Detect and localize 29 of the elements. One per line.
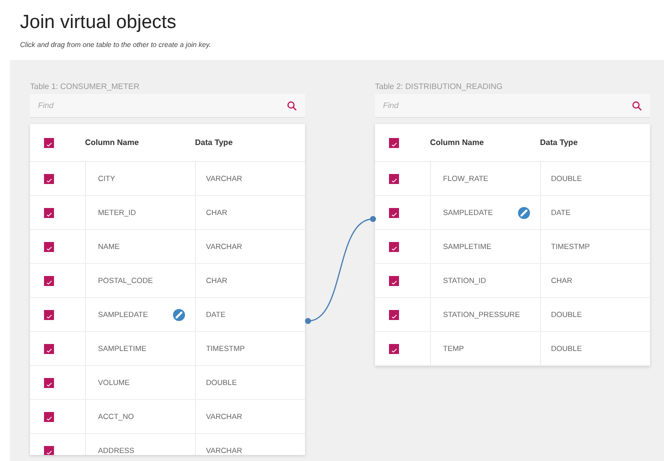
column-header: Column Name xyxy=(85,138,139,147)
search-field[interactable]: Find xyxy=(375,94,650,118)
column-header: Data Type xyxy=(195,138,233,147)
search-icon[interactable] xyxy=(632,101,642,111)
row-checkbox[interactable] xyxy=(44,412,54,422)
page-title: Join virtual objects xyxy=(20,12,178,34)
row-checkbox[interactable] xyxy=(44,174,54,184)
search-icon[interactable] xyxy=(287,101,297,111)
row-checkbox[interactable] xyxy=(389,310,399,320)
row-checkbox[interactable] xyxy=(44,208,54,218)
row-checkbox[interactable] xyxy=(389,242,399,252)
row-checkbox[interactable] xyxy=(44,378,54,388)
row-checkbox[interactable] xyxy=(389,344,399,354)
search-field[interactable]: Find xyxy=(30,94,305,118)
row-checkbox[interactable] xyxy=(389,174,399,184)
row-checkbox[interactable] xyxy=(389,276,399,286)
join-connector[interactable] xyxy=(305,216,376,324)
column-header: Column Name xyxy=(430,138,484,147)
table-label: Table 2: DISTRIBUTION_READING xyxy=(375,81,504,93)
select-all-checkbox[interactable] xyxy=(44,138,54,148)
row-checkbox[interactable] xyxy=(44,446,54,455)
row-checkbox[interactable] xyxy=(44,276,54,286)
table-label: Table 1: CONSUMER_METER xyxy=(30,81,140,93)
column-header: Data Type xyxy=(540,138,578,147)
row-checkbox[interactable] xyxy=(389,208,399,218)
select-all-checkbox[interactable] xyxy=(389,138,399,148)
row-checkbox[interactable] xyxy=(44,310,54,320)
row-checkbox[interactable] xyxy=(44,242,54,252)
row-checkbox[interactable] xyxy=(44,344,54,354)
